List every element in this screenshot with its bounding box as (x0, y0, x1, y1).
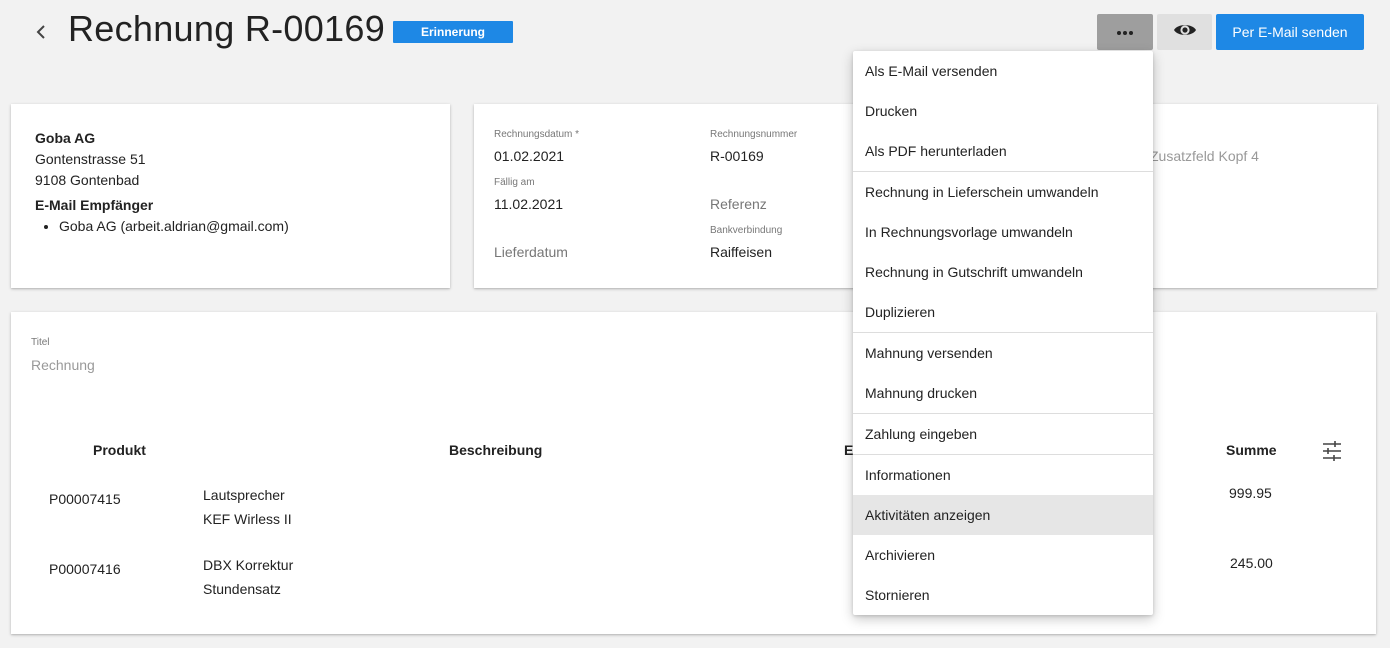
invoice-number-label: Rechnungsnummer (710, 129, 798, 140)
description-line-1: Lautsprecher (203, 487, 285, 503)
invoice-number-field[interactable]: R-00169 (710, 148, 764, 164)
menu-item-convert-delivery-note[interactable]: Rechnung in Lieferschein umwandeln (853, 172, 1153, 212)
menu-item-convert-credit-note[interactable]: Rechnung in Gutschrift umwandeln (853, 252, 1153, 292)
menu-item-convert-template[interactable]: In Rechnungsvorlage umwandeln (853, 212, 1153, 252)
delivery-date-field[interactable]: Lieferdatum (494, 244, 568, 260)
recipients-heading: E-Mail Empfänger (35, 197, 154, 213)
menu-item-show-activities[interactable]: Aktivitäten anzeigen (853, 495, 1153, 535)
customer-street: Gontenstrasse 51 (35, 151, 146, 167)
column-header-sum: Summe (1226, 442, 1277, 458)
recipients-list: Goba AG (arbeit.aldrian@gmail.com) (59, 218, 289, 234)
title-field[interactable]: Rechnung (31, 357, 95, 373)
bank-label: Bankverbindung (710, 225, 783, 236)
extra-field-4[interactable]: Zusatzfeld Kopf 4 (1150, 148, 1259, 164)
menu-item-download-pdf[interactable]: Als PDF herunterladen (853, 131, 1153, 171)
more-actions-button[interactable] (1097, 14, 1153, 50)
more-horizontal-icon (1115, 23, 1135, 41)
table-row[interactable]: P00007415 Lautsprecher KEF Wirless II 99… (11, 477, 1376, 537)
invoice-date-field[interactable]: 01.02.2021 (494, 148, 564, 164)
table-row[interactable]: P00007416 DBX Korrektur Stundensatz 245.… (11, 547, 1376, 607)
column-header-description: Beschreibung (449, 442, 543, 458)
menu-item-cancel-invoice[interactable]: Stornieren (853, 575, 1153, 615)
menu-item-duplicate[interactable]: Duplizieren (853, 292, 1153, 332)
recipient-item: Goba AG (arbeit.aldrian@gmail.com) (59, 218, 289, 234)
items-card: Titel Rechnung Produkt Beschreibung E Su… (11, 312, 1376, 634)
customer-card: Goba AG Gontenstrasse 51 9108 Gontenbad … (11, 104, 450, 288)
preview-button[interactable] (1157, 14, 1212, 50)
menu-item-enter-payment[interactable]: Zahlung eingeben (853, 414, 1153, 454)
due-date-label: Fällig am (494, 177, 535, 188)
menu-item-information[interactable]: Informationen (853, 455, 1153, 495)
invoice-date-label: Rechnungsdatum * (494, 129, 580, 140)
eye-icon (1173, 18, 1197, 47)
due-date-field[interactable]: 11.02.2021 (494, 196, 563, 212)
bank-field[interactable]: Raiffeisen (710, 244, 772, 260)
send-email-button[interactable]: Per E-Mail senden (1216, 14, 1364, 50)
menu-item-print[interactable]: Drucken (853, 91, 1153, 131)
reference-field[interactable]: Referenz (710, 196, 767, 212)
product-cell: P00007416 (49, 561, 121, 577)
description-line-2: Stundensatz (203, 581, 281, 597)
customer-name: Goba AG (35, 130, 96, 146)
product-cell: P00007415 (49, 491, 121, 507)
back-icon[interactable] (30, 20, 54, 44)
description-line-1: DBX Korrektur (203, 557, 294, 573)
menu-item-print-reminder[interactable]: Mahnung drucken (853, 373, 1153, 413)
menu-item-send-email[interactable]: Als E-Mail versenden (853, 51, 1153, 91)
customer-city: 9108 Gontenbad (35, 172, 140, 188)
menu-item-send-reminder[interactable]: Mahnung versenden (853, 333, 1153, 373)
page-title: Rechnung R-00169 (68, 8, 386, 49)
column-header-product: Produkt (93, 442, 146, 458)
sum-cell: 999.95 (1229, 485, 1272, 501)
title-label: Titel (31, 337, 50, 348)
tune-icon[interactable] (1321, 440, 1343, 462)
more-actions-menu: Als E-Mail versenden Drucken Als PDF her… (853, 51, 1153, 615)
description-line-2: KEF Wirless II (203, 511, 292, 527)
column-header-partial: E (844, 442, 854, 458)
menu-item-archive[interactable]: Archivieren (853, 535, 1153, 575)
sum-cell: 245.00 (1230, 555, 1273, 571)
status-badge: Erinnerung (393, 21, 513, 43)
